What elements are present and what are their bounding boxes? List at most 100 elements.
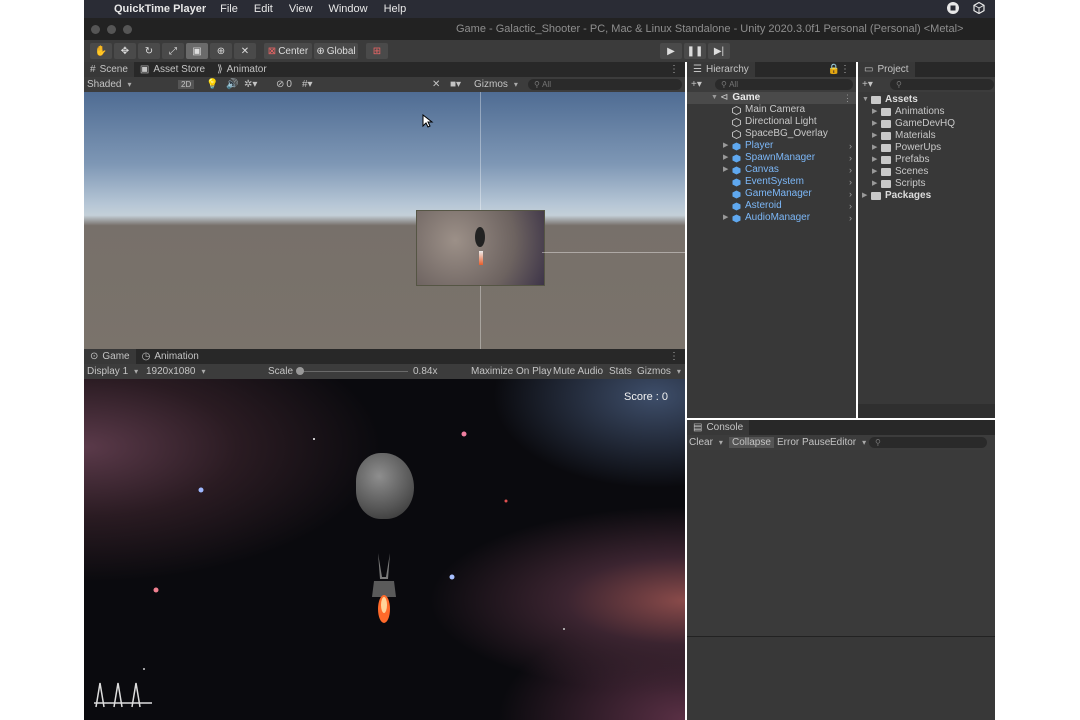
- collapse-arrow-icon[interactable]: ▶: [872, 166, 881, 178]
- more-options-icon[interactable]: ⋮: [840, 64, 850, 75]
- collapse-arrow-icon[interactable]: ▶: [723, 152, 732, 164]
- tab-scene[interactable]: # Scene: [84, 62, 134, 77]
- hierarchy-item[interactable]: Asteroid ›: [687, 200, 856, 212]
- hierarchy-item[interactable]: ▶ Player ›: [687, 140, 856, 152]
- create-button[interactable]: +▾: [691, 79, 702, 90]
- tab-asset-store[interactable]: ▣ Asset Store: [134, 62, 211, 77]
- menu-app-name[interactable]: QuickTime Player: [114, 3, 206, 15]
- hierarchy-item[interactable]: ▶ Canvas ›: [687, 164, 856, 176]
- custom-tool-button[interactable]: ✕: [234, 43, 256, 59]
- display-dropdown[interactable]: Display 1: [87, 366, 138, 377]
- tab-animation[interactable]: ◷ Animation: [136, 349, 205, 364]
- menu-view[interactable]: View: [289, 3, 313, 15]
- hierarchy-item[interactable]: ▶ SpawnManager ›: [687, 152, 856, 164]
- grid-toggle-icon[interactable]: #▾: [302, 79, 313, 90]
- collapse-arrow-icon[interactable]: ▶: [723, 140, 732, 152]
- record-stop-icon[interactable]: [947, 1, 959, 17]
- effects-icon[interactable]: ✲▾: [244, 79, 257, 90]
- scene-search-input[interactable]: ⚲ All: [528, 79, 682, 90]
- project-folder[interactable]: ▶ GameDevHQ: [872, 118, 955, 130]
- scale-slider-thumb[interactable]: [296, 367, 305, 375]
- collapse-arrow-icon[interactable]: ▶: [872, 178, 881, 190]
- collapse-arrow-icon[interactable]: ▶: [872, 130, 881, 142]
- project-folder[interactable]: ▶ Scripts: [872, 178, 926, 190]
- collapse-arrow-icon[interactable]: ▶: [872, 142, 881, 154]
- create-asset-button[interactable]: +▾: [862, 79, 873, 90]
- collapse-arrow-icon[interactable]: ▶: [872, 118, 881, 130]
- pause-button[interactable]: ❚❚: [684, 43, 706, 59]
- game-view-frame[interactable]: [416, 210, 545, 286]
- hierarchy-item[interactable]: ▶ AudioManager ›: [687, 212, 856, 224]
- minimize-window-button[interactable]: [107, 24, 116, 34]
- audio-icon[interactable]: 🔊: [226, 79, 238, 90]
- project-folder[interactable]: ▶ Prefabs: [872, 154, 929, 166]
- shading-mode-dropdown[interactable]: Shaded: [87, 79, 172, 90]
- resolution-dropdown[interactable]: 1920x1080: [146, 366, 262, 377]
- packages-folder[interactable]: ▶ Packages: [862, 190, 931, 202]
- collapse-arrow-icon[interactable]: ▶: [723, 164, 732, 176]
- collapse-arrow-icon[interactable]: ▶: [723, 212, 732, 224]
- step-button[interactable]: ▶|: [708, 43, 730, 59]
- open-prefab-icon[interactable]: ›: [849, 152, 852, 164]
- zoom-window-button[interactable]: [123, 24, 132, 34]
- game-gizmos-dropdown[interactable]: Gizmos: [637, 366, 681, 377]
- scale-slider-track[interactable]: [298, 371, 408, 372]
- lighting-icon[interactable]: 💡: [206, 79, 218, 90]
- console-search-input[interactable]: ⚲: [869, 437, 987, 448]
- camera-icon[interactable]: ■▾: [450, 79, 461, 90]
- menu-window[interactable]: Window: [328, 3, 367, 15]
- scene-viewport[interactable]: [84, 92, 685, 349]
- scale-tool-button[interactable]: ⤢: [162, 43, 184, 59]
- open-prefab-icon[interactable]: ›: [849, 188, 852, 200]
- console-detail-area[interactable]: [687, 637, 995, 720]
- stats-toggle[interactable]: Stats: [609, 366, 632, 377]
- tab-game[interactable]: ⊙ Game: [84, 349, 136, 364]
- collapse-arrow-icon[interactable]: ▶: [872, 154, 881, 166]
- tab-animator[interactable]: ⟫ Animator: [211, 62, 273, 77]
- console-log-area[interactable]: [687, 450, 995, 636]
- tab-console[interactable]: ▤ Console: [687, 420, 750, 435]
- error-pause-toggle[interactable]: Error Pause: [777, 437, 830, 448]
- project-folder[interactable]: ▶ Materials: [872, 130, 936, 142]
- game-viewport[interactable]: Score : 0: [84, 379, 685, 720]
- transform-tool-button[interactable]: ⊕: [210, 43, 232, 59]
- hierarchy-item[interactable]: EventSystem ›: [687, 176, 856, 188]
- clear-button[interactable]: Clear: [689, 437, 723, 448]
- open-prefab-icon[interactable]: ›: [849, 200, 852, 212]
- open-prefab-icon[interactable]: ›: [849, 212, 852, 224]
- mute-audio-toggle[interactable]: Mute Audio: [553, 366, 603, 377]
- gizmos-dropdown[interactable]: Gizmos: [474, 79, 518, 90]
- maximize-on-play-toggle[interactable]: Maximize On Play: [471, 366, 552, 377]
- hierarchy-item[interactable]: Main Camera: [687, 104, 856, 116]
- hierarchy-root[interactable]: ▼ ⊲ Game ⋮: [687, 92, 856, 104]
- hierarchy-item[interactable]: GameManager ›: [687, 188, 856, 200]
- project-folder[interactable]: ▶ Animations: [872, 106, 944, 118]
- hidden-objects-toggle[interactable]: ⊘ 0: [276, 79, 292, 90]
- grid-snap-button[interactable]: ⊞: [366, 43, 388, 59]
- assets-folder[interactable]: ▼ Assets: [862, 94, 918, 106]
- close-window-button[interactable]: [91, 24, 100, 34]
- toggle-2d-button[interactable]: 2D: [178, 80, 195, 89]
- project-folder[interactable]: ▶ Scenes: [872, 166, 928, 178]
- pivot-space-button[interactable]: ⊕ Global: [314, 43, 358, 59]
- open-prefab-icon[interactable]: ›: [849, 140, 852, 152]
- unity-logo-icon[interactable]: [973, 1, 985, 17]
- more-options-icon[interactable]: ⋮: [669, 64, 679, 75]
- hierarchy-item[interactable]: Directional Light: [687, 116, 856, 128]
- rect-tool-button[interactable]: ▣: [186, 43, 208, 59]
- hand-tool-button[interactable]: ✋: [90, 43, 112, 59]
- tab-project[interactable]: ▭ Project: [858, 62, 915, 77]
- open-prefab-icon[interactable]: ›: [849, 176, 852, 188]
- project-search-input[interactable]: ⚲: [890, 79, 994, 90]
- collapse-arrow-icon[interactable]: ▶: [872, 106, 881, 118]
- move-tool-button[interactable]: ✥: [114, 43, 136, 59]
- more-options-icon[interactable]: ⋮: [843, 92, 852, 104]
- pivot-mode-button[interactable]: ⊠ Center: [264, 43, 312, 59]
- collapse-toggle[interactable]: Collapse: [729, 437, 774, 448]
- menu-edit[interactable]: Edit: [254, 3, 273, 15]
- hierarchy-search-input[interactable]: ⚲ All: [715, 79, 853, 90]
- menu-help[interactable]: Help: [384, 3, 407, 15]
- rotate-tool-button[interactable]: ↻: [138, 43, 160, 59]
- editor-dropdown[interactable]: Editor: [830, 437, 866, 448]
- play-button[interactable]: ▶: [660, 43, 682, 59]
